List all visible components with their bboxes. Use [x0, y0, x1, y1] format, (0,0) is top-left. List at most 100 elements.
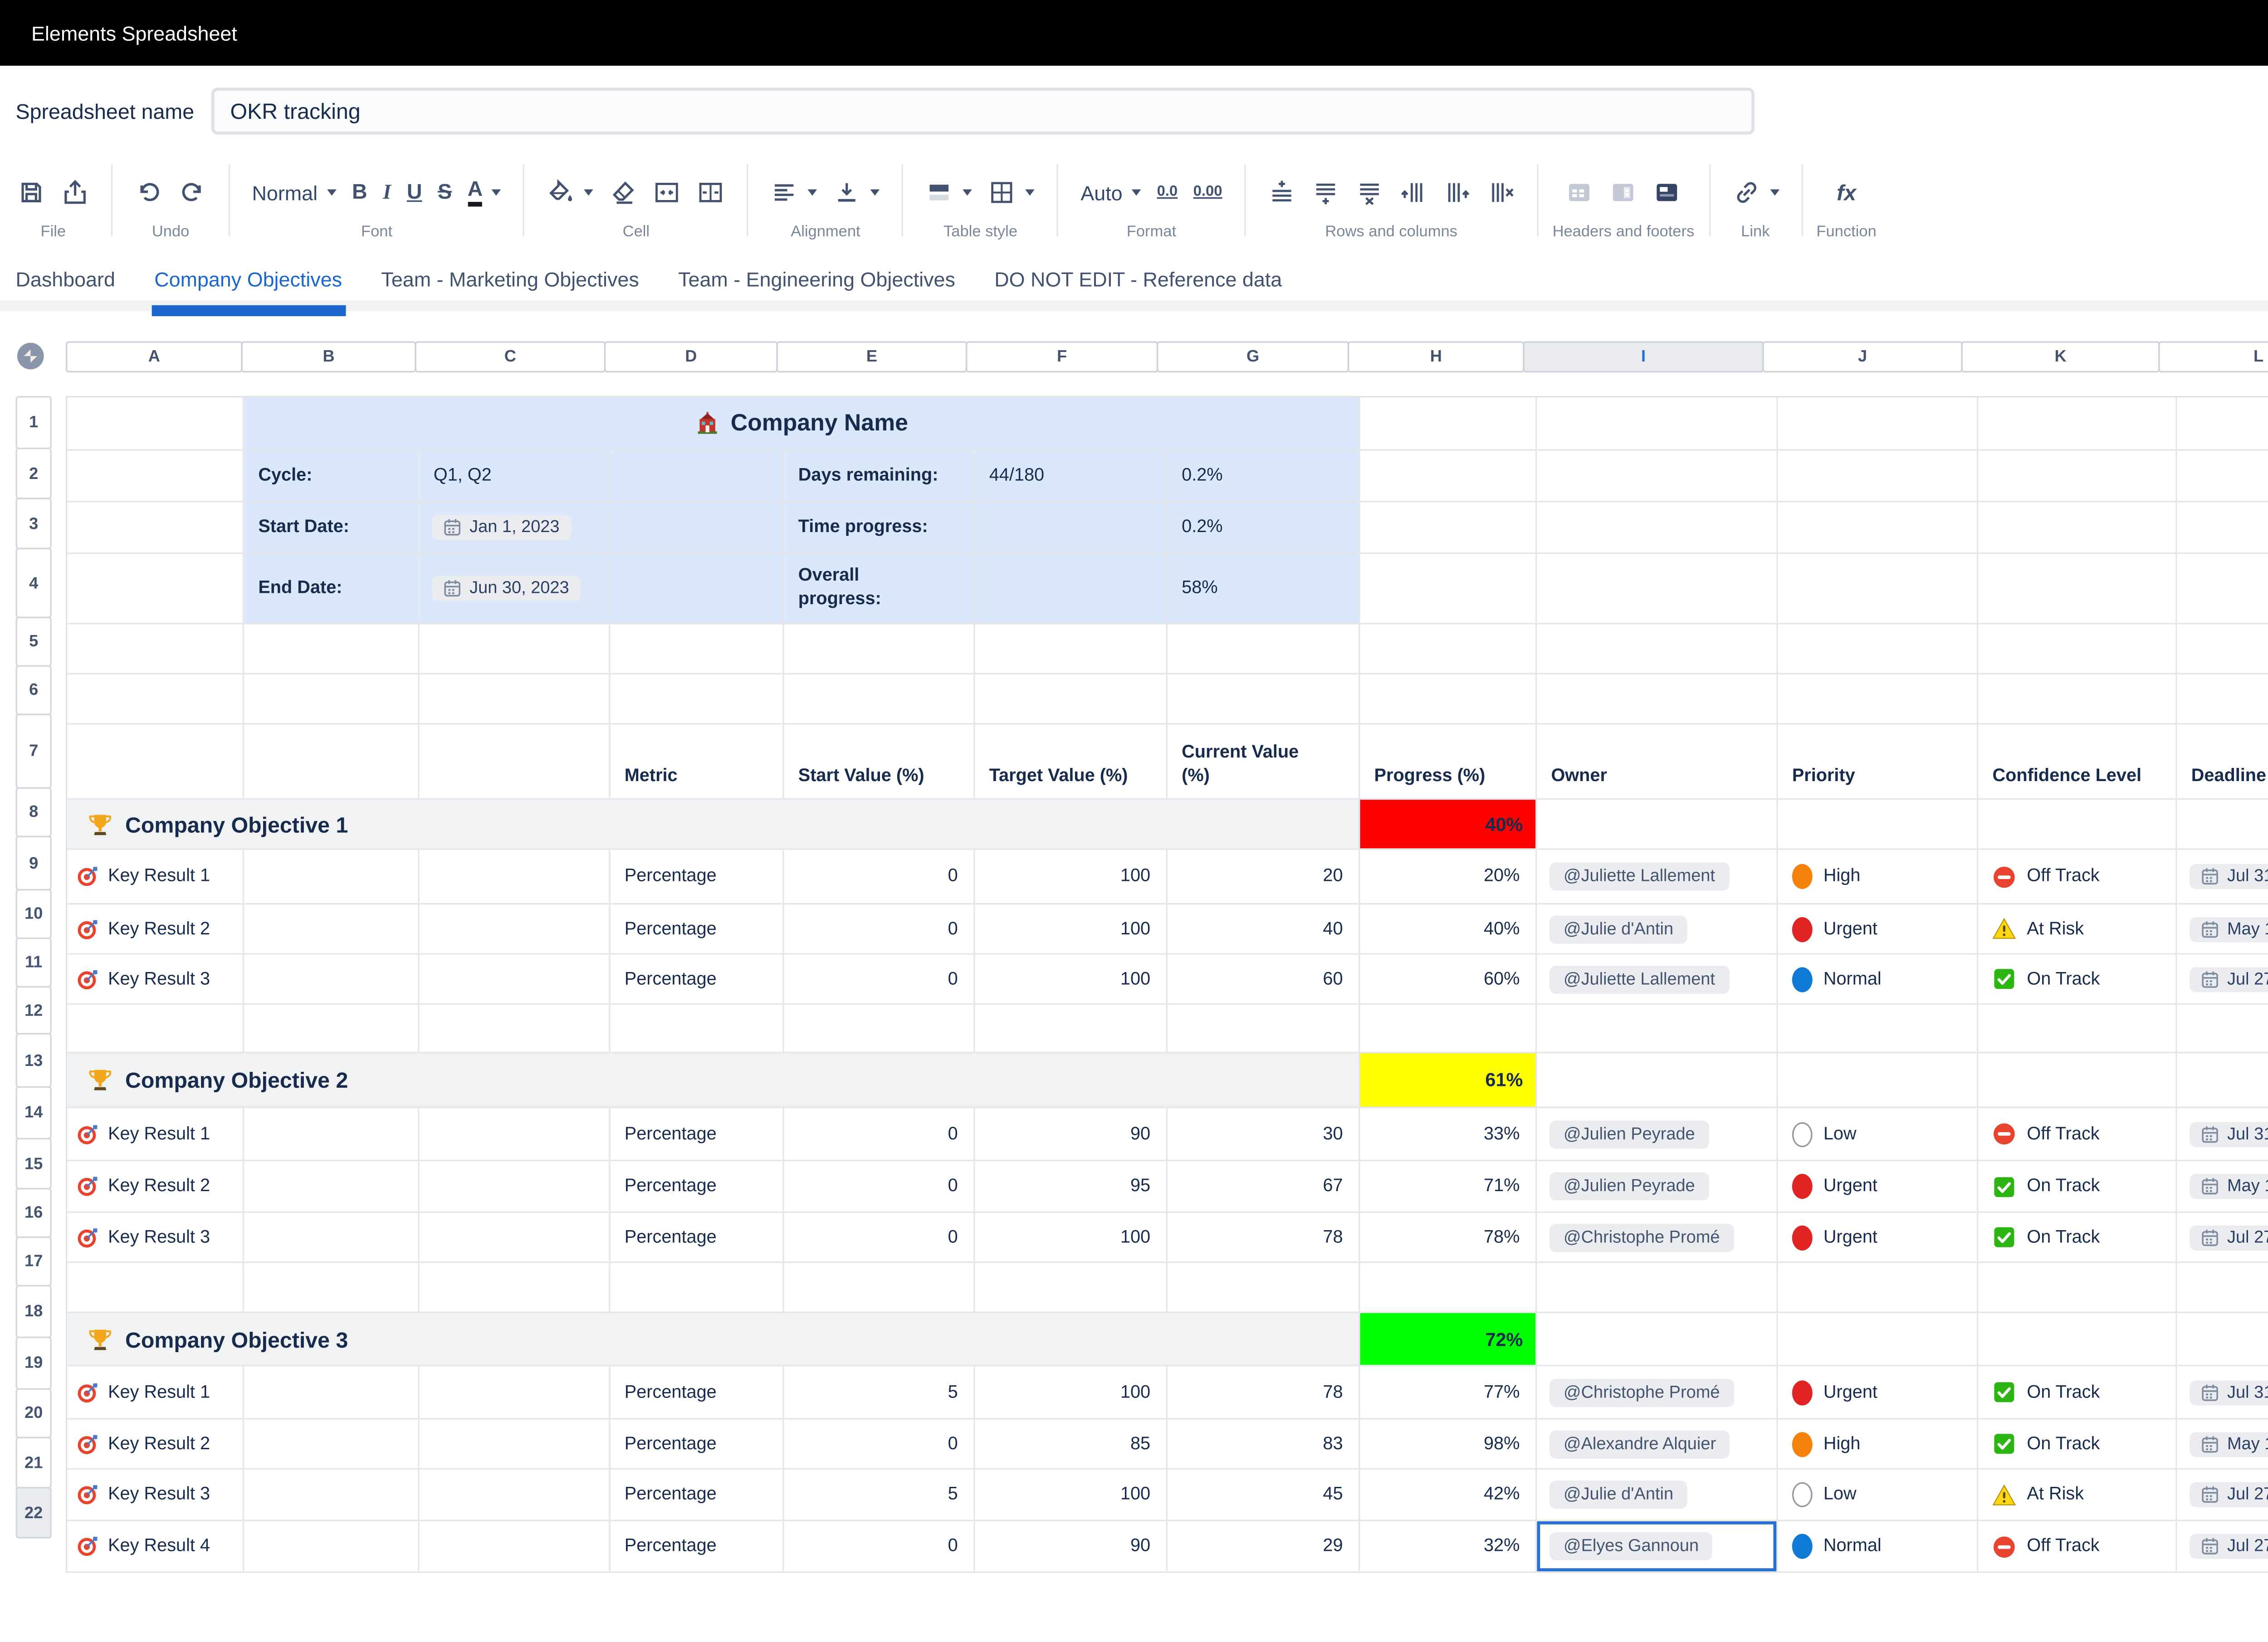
- row-header-5[interactable]: 5: [16, 616, 52, 666]
- cell-H11[interactable]: 60%: [1360, 955, 1537, 1005]
- spreadsheet-name-input[interactable]: [211, 88, 1755, 135]
- cell-L3[interactable]: [2177, 503, 2268, 554]
- italic-button[interactable]: I: [375, 177, 399, 208]
- redo-button[interactable]: [171, 174, 215, 211]
- tab-dashboard[interactable]: Dashboard: [16, 263, 115, 316]
- cell-L15[interactable]: May 17, 2023: [2177, 1161, 2268, 1213]
- cell-D22[interactable]: Percentage: [611, 1521, 784, 1573]
- cell-K17[interactable]: [1978, 1263, 2177, 1313]
- cell-J13[interactable]: [1778, 1053, 1979, 1108]
- cell-B1[interactable]: Company Name: [244, 397, 1360, 450]
- delete-row-button[interactable]: [1348, 174, 1392, 211]
- row-header-4[interactable]: 4: [16, 548, 52, 618]
- column-header-D[interactable]: D: [604, 341, 778, 372]
- row-header-17[interactable]: 17: [16, 1236, 52, 1286]
- cell-A13[interactable]: Company Objective 2: [67, 1053, 1360, 1108]
- unmerge-cells-button[interactable]: [689, 174, 733, 211]
- cell-E5[interactable]: [784, 625, 975, 674]
- cell-K13[interactable]: [1978, 1053, 2177, 1108]
- row-header-10[interactable]: 10: [16, 889, 52, 939]
- cell-I7[interactable]: Owner: [1537, 725, 1778, 800]
- column-header-A[interactable]: A: [66, 341, 243, 372]
- cell-K18[interactable]: [1978, 1313, 2177, 1366]
- row-header-21[interactable]: 21: [16, 1437, 52, 1489]
- cell-L20[interactable]: May 17, 2023: [2177, 1420, 2268, 1470]
- row-header-16[interactable]: 16: [16, 1188, 52, 1238]
- column-header-K[interactable]: K: [1961, 341, 2160, 372]
- cell-I5[interactable]: [1537, 625, 1778, 674]
- cell-B15[interactable]: [244, 1161, 419, 1213]
- cell-K11[interactable]: On Track: [1978, 955, 2177, 1005]
- insert-row-below-button[interactable]: [1304, 174, 1348, 211]
- cell-H7[interactable]: Progress (%): [1360, 725, 1537, 800]
- row-header-22[interactable]: 22: [16, 1487, 52, 1539]
- cell-B16[interactable]: [244, 1213, 419, 1263]
- cell-I9[interactable]: @Juliette Lallement: [1537, 850, 1778, 905]
- cell-B4[interactable]: End Date:: [244, 554, 419, 624]
- cell-E10[interactable]: 0: [784, 904, 975, 954]
- cell-C5[interactable]: [420, 625, 611, 674]
- cell-I13[interactable]: [1537, 1053, 1778, 1108]
- cell-C11[interactable]: [420, 955, 611, 1005]
- cell-C12[interactable]: [420, 1005, 611, 1053]
- cell-A10[interactable]: Key Result 2: [67, 904, 244, 954]
- tab-do-not-edit-reference-data[interactable]: DO NOT EDIT - Reference data: [994, 263, 1282, 316]
- cell-J12[interactable]: [1778, 1005, 1979, 1053]
- cell-C6[interactable]: [420, 674, 611, 724]
- cell-K5[interactable]: [1978, 625, 2177, 674]
- cell-G14[interactable]: 30: [1168, 1108, 1360, 1161]
- cell-K20[interactable]: On Track: [1978, 1420, 2177, 1470]
- row-header-14[interactable]: 14: [16, 1086, 52, 1139]
- row-header-2[interactable]: 2: [16, 448, 52, 499]
- cell-C22[interactable]: [420, 1521, 611, 1573]
- cell-E16[interactable]: 0: [784, 1213, 975, 1263]
- cell-G9[interactable]: 20: [1168, 850, 1360, 905]
- cell-G12[interactable]: [1168, 1005, 1360, 1053]
- cell-L14[interactable]: Jul 31, 2023: [2177, 1108, 2268, 1161]
- cell-H3[interactable]: [1360, 503, 1537, 554]
- cell-B22[interactable]: [244, 1521, 419, 1573]
- cell-L16[interactable]: Jul 27, 2023: [2177, 1213, 2268, 1263]
- row-header-3[interactable]: 3: [16, 498, 52, 549]
- cell-H21[interactable]: 42%: [1360, 1470, 1537, 1521]
- cell-E14[interactable]: 0: [784, 1108, 975, 1161]
- merge-cells-button[interactable]: [645, 174, 689, 211]
- cell-L5[interactable]: [2177, 625, 2268, 674]
- cell-F20[interactable]: 85: [975, 1420, 1168, 1470]
- cell-E6[interactable]: [784, 674, 975, 724]
- cell-L11[interactable]: Jul 27, 2023: [2177, 955, 2268, 1005]
- cell-I14[interactable]: @Julien Peyrade: [1537, 1108, 1778, 1161]
- cell-L10[interactable]: May 17, 2023: [2177, 904, 2268, 954]
- cell-L22[interactable]: Jul 27, 2023: [2177, 1521, 2268, 1573]
- row-header-7[interactable]: 7: [16, 713, 52, 789]
- cell-H12[interactable]: [1360, 1005, 1537, 1053]
- cell-K14[interactable]: Off Track: [1978, 1108, 2177, 1161]
- cell-I20[interactable]: @Alexandre Alquier: [1537, 1420, 1778, 1470]
- row-header-13[interactable]: 13: [16, 1033, 52, 1088]
- cell-E11[interactable]: 0: [784, 955, 975, 1005]
- increase-decimal-button[interactable]: 0.00: [1185, 181, 1230, 205]
- cell-C20[interactable]: [420, 1420, 611, 1470]
- cell-F17[interactable]: [975, 1263, 1168, 1313]
- column-header-G[interactable]: G: [1157, 341, 1349, 372]
- cell-J17[interactable]: [1778, 1263, 1979, 1313]
- cell-G15[interactable]: 67: [1168, 1161, 1360, 1213]
- cell-D19[interactable]: Percentage: [611, 1366, 784, 1419]
- cell-D3[interactable]: [611, 503, 784, 554]
- cell-A18[interactable]: Company Objective 3: [67, 1313, 1360, 1366]
- row-header-11[interactable]: 11: [16, 938, 52, 987]
- cell-I12[interactable]: [1537, 1005, 1778, 1053]
- cell-B6[interactable]: [244, 674, 419, 724]
- cell-H19[interactable]: 77%: [1360, 1366, 1537, 1419]
- link-dropdown[interactable]: [1724, 174, 1787, 211]
- cell-G11[interactable]: 60: [1168, 955, 1360, 1005]
- cell-C16[interactable]: [420, 1213, 611, 1263]
- cell-D14[interactable]: Percentage: [611, 1108, 784, 1161]
- cell-J6[interactable]: [1778, 674, 1979, 724]
- cell-H17[interactable]: [1360, 1263, 1537, 1313]
- cell-B7[interactable]: [244, 725, 419, 800]
- column-header-B[interactable]: B: [241, 341, 416, 372]
- cell-A21[interactable]: Key Result 3: [67, 1470, 244, 1521]
- cell-D15[interactable]: Percentage: [611, 1161, 784, 1213]
- cell-F9[interactable]: 100: [975, 850, 1168, 905]
